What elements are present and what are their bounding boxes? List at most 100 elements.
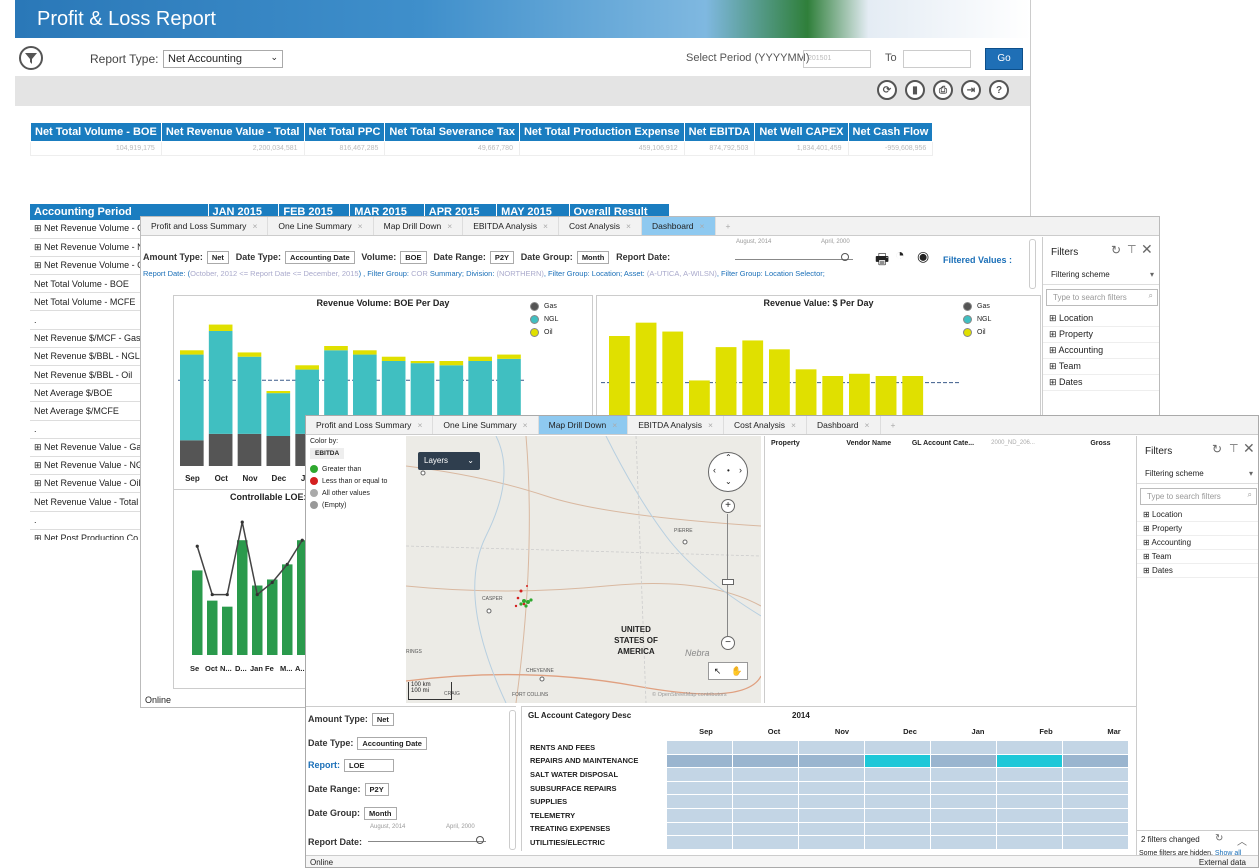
filter-item-team[interactable]: ⊞ Team: [1137, 550, 1258, 564]
gl-cell[interactable]: [1061, 807, 1129, 823]
filtering-scheme-select[interactable]: Filtering scheme ▾: [1137, 464, 1258, 484]
close-tab-icon[interactable]: ×: [865, 420, 870, 430]
gl-cell[interactable]: [863, 821, 931, 837]
bar-oil[interactable]: [381, 356, 406, 361]
bar-oil[interactable]: [295, 365, 319, 370]
gl-cell[interactable]: [797, 794, 865, 809]
bar-gas[interactable]: [180, 440, 204, 466]
tab-cost-analysis[interactable]: Cost Analysis ×: [724, 416, 807, 434]
bar[interactable]: [282, 564, 293, 655]
bar-gas[interactable]: [266, 436, 291, 466]
gl-cell[interactable]: [1061, 794, 1129, 809]
bar[interactable]: [237, 540, 248, 655]
bar-ngl[interactable]: [266, 393, 291, 436]
filter-item-property[interactable]: ⊞ Property: [1043, 327, 1159, 343]
map-legend-item[interactable]: All other values: [310, 489, 387, 497]
filter-item-property[interactable]: ⊞ Property: [1137, 522, 1258, 536]
pointer-icon[interactable]: ↖: [714, 666, 722, 677]
close-icon[interactable]: ✕: [1141, 241, 1153, 258]
tab-one-line-summary[interactable]: One Line Summary ×: [268, 217, 374, 235]
filtering-scheme-select[interactable]: Filtering scheme ▾: [1043, 265, 1159, 285]
trend-point[interactable]: [270, 580, 274, 585]
trend-point[interactable]: [210, 592, 214, 597]
table-row[interactable]: SUPPLIES: [526, 794, 1129, 809]
gl-cell[interactable]: [1061, 753, 1129, 769]
table-row[interactable]: SUBSURFACE REPAIRS: [526, 780, 1129, 796]
gl-cell[interactable]: [1061, 767, 1129, 782]
bar[interactable]: [267, 579, 278, 655]
table-row[interactable]: UTILITIES/ELECTRIC: [526, 835, 1129, 850]
filter-icon[interactable]: [19, 46, 43, 70]
refresh-icon[interactable]: ⟳: [877, 80, 897, 100]
gl-cell[interactable]: [731, 835, 799, 850]
gl-cell[interactable]: [1061, 821, 1129, 837]
report-date-slider[interactable]: [735, 259, 853, 260]
layers-button[interactable]: Layers ⌄: [418, 452, 480, 470]
expand-icon[interactable]: ⊞: [1049, 377, 1059, 387]
add-tab-icon[interactable]: +: [881, 416, 906, 434]
gl-cell[interactable]: [995, 835, 1063, 850]
color-by-value[interactable]: EBITDA: [310, 448, 345, 459]
tab-ebitda-analysis[interactable]: EBITDA Analysis ×: [463, 217, 559, 235]
gl-cell[interactable]: [863, 835, 931, 850]
bar-oil[interactable]: [237, 352, 262, 357]
gl-cell[interactable]: [995, 753, 1063, 769]
trend-point[interactable]: [195, 544, 199, 548]
pin-icon[interactable]: ⊤: [1229, 442, 1239, 455]
report-type-select[interactable]: Net Accounting ⌄: [163, 50, 283, 68]
expand-icon[interactable]: ⊞: [1049, 345, 1059, 355]
tab-cost-analysis[interactable]: Cost Analysis ×: [559, 217, 642, 235]
close-tab-icon[interactable]: ×: [417, 420, 422, 430]
export-icon[interactable]: ⇥: [961, 80, 981, 100]
close-tab-icon[interactable]: ×: [791, 420, 796, 430]
gl-cell[interactable]: [863, 740, 931, 755]
zoom-out-button[interactable]: −: [721, 636, 735, 650]
print-icon[interactable]: ⎙: [933, 80, 953, 100]
grid-column-header[interactable]: Property: [771, 440, 846, 447]
bar[interactable]: [222, 606, 233, 655]
gl-cell[interactable]: [995, 780, 1063, 796]
bar-oil[interactable]: [208, 324, 233, 331]
gl-cell[interactable]: [665, 780, 733, 796]
close-icon[interactable]: ✕: [1243, 440, 1255, 457]
gl-cell[interactable]: [863, 753, 931, 769]
slider-handle[interactable]: [476, 836, 484, 844]
table-row[interactable]: RENTS AND FEES: [526, 740, 1129, 755]
bar[interactable]: [192, 570, 203, 655]
date-group-select[interactable]: Month: [576, 251, 610, 264]
chevron-down-icon[interactable]: ⌄: [725, 477, 732, 486]
tab-one-line-summary[interactable]: One Line Summary ×: [433, 416, 539, 434]
bar-oil[interactable]: [439, 361, 464, 366]
gl-cell[interactable]: [995, 794, 1063, 809]
reset-icon[interactable]: ↻: [1212, 442, 1222, 456]
expand-icon[interactable]: ⊞: [1143, 524, 1152, 533]
gl-cell[interactable]: [797, 767, 865, 782]
slider-handle[interactable]: [841, 253, 849, 261]
bar-oil[interactable]: [266, 391, 291, 394]
bar-oil[interactable]: [324, 346, 348, 351]
gl-cell[interactable]: [929, 780, 997, 796]
report-date-slider[interactable]: [368, 841, 486, 842]
bar-gas[interactable]: [237, 433, 262, 466]
trend-point[interactable]: [255, 592, 259, 597]
gl-cell[interactable]: [797, 780, 865, 796]
gl-cell[interactable]: [929, 794, 997, 809]
filter-item-location[interactable]: ⊞ Location: [1043, 311, 1159, 327]
gl-cell[interactable]: [797, 807, 865, 823]
bar-ngl[interactable]: [180, 354, 204, 441]
tab-profit-and-loss-summary[interactable]: Profit and Loss Summary ×: [306, 416, 434, 434]
date-type-select[interactable]: Accounting Date: [285, 251, 355, 264]
gl-cell[interactable]: [797, 835, 865, 850]
period-from-input[interactable]: 201501: [803, 50, 871, 68]
close-tab-icon[interactable]: ×: [612, 420, 617, 430]
reset-icon[interactable]: ↻: [1111, 243, 1121, 257]
filter-item-team[interactable]: ⊞ Team: [1043, 359, 1159, 375]
trend-point[interactable]: [285, 562, 289, 566]
filter-item-accounting[interactable]: ⊞ Accounting: [1137, 536, 1258, 550]
tab-map-drill-down[interactable]: Map Drill Down ×: [538, 416, 629, 434]
gl-cell[interactable]: [929, 740, 997, 755]
gl-cell[interactable]: [1061, 740, 1129, 755]
scrollbar[interactable]: [509, 710, 516, 850]
pin-icon[interactable]: ⊤: [1127, 243, 1137, 256]
gl-cell[interactable]: [665, 767, 733, 782]
